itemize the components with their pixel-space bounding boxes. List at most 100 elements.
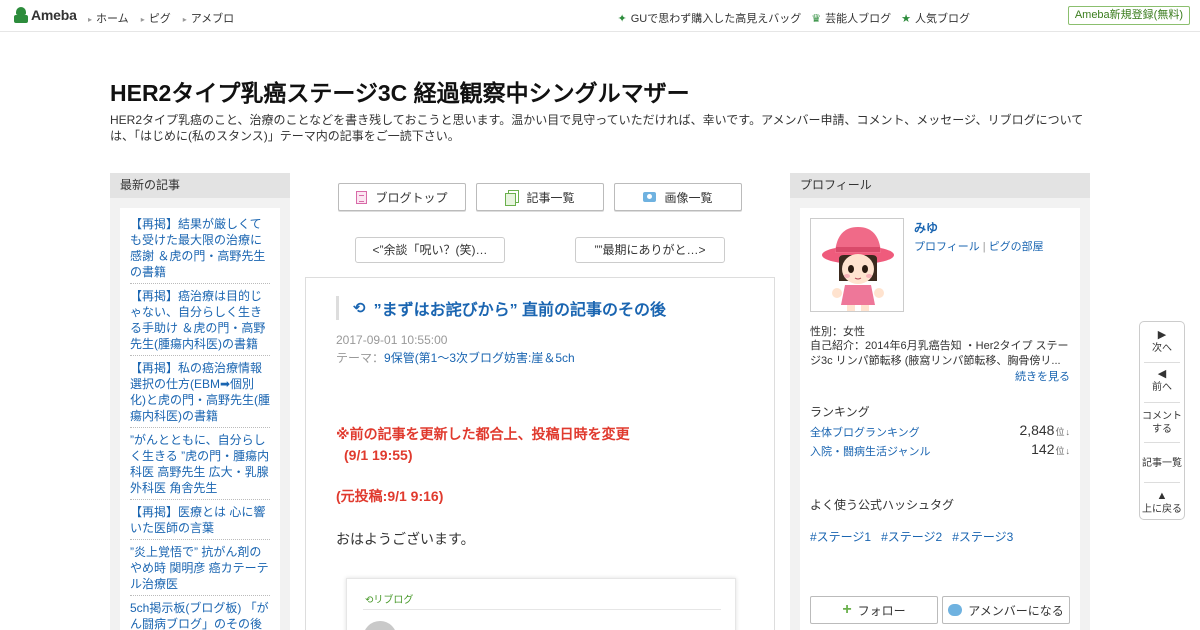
notice-line: (9/1 19:55) xyxy=(344,447,413,463)
profile-heading: プロフィール xyxy=(790,173,1090,198)
recent-article-link[interactable]: 【再掲】医療とは 心に響いた医師の言葉 xyxy=(130,500,270,540)
blog-top-icon xyxy=(356,190,368,204)
blog-description: HER2タイプ乳癌のこと、治療のことなどを書き残しておこうと思います。温かい目で… xyxy=(110,113,1084,143)
ranking-unit: 位 xyxy=(1055,446,1065,456)
hashtag-list: #ステージ1 #ステージ2 #ステージ3 xyxy=(810,528,1013,545)
divider xyxy=(1144,482,1180,483)
float-next-button[interactable]: ▶ 次へ xyxy=(1140,329,1184,355)
plus-icon: + xyxy=(842,601,852,618)
blog-top-button[interactable]: ブログトップ xyxy=(338,183,466,211)
profile-link[interactable]: プロフィール xyxy=(914,241,980,253)
top-nav: ホーム ピグ アメブロ xyxy=(88,10,234,26)
profile-box: みゆ プロフィール | ピグの部屋 性別：女性 自己紹介：2014年6月乳癌告知 ・… xyxy=(800,208,1080,630)
ameba-logo-icon xyxy=(14,7,28,23)
sparkle-icon: ✦ xyxy=(617,12,627,25)
ranking-number: 142 xyxy=(1031,441,1055,457)
blog-title[interactable]: HER2タイプ乳癌ステージ3C 経過観察中シングルマザー xyxy=(110,74,690,108)
profile-gender: 性別：女性 xyxy=(810,326,865,338)
amember-label: アメンバーになる xyxy=(968,603,1064,618)
image-list-label: 画像一覧 xyxy=(664,190,713,205)
follow-button[interactable]: + フォロー xyxy=(810,596,938,624)
celebrity-blog-label: 芸能人ブログ xyxy=(825,13,892,25)
article-title[interactable]: ”まずはお詫びから” 直前の記事のその後 xyxy=(374,296,666,320)
recent-articles-list: 【再掲】結果が厳しくても受けた最大限の治療に感謝 ＆虎の門・高野先生の書籍 【再… xyxy=(120,208,280,630)
ranking-label[interactable]: 入院・闘病生活ジャンル xyxy=(810,446,930,458)
nav-pigg[interactable]: ピグ xyxy=(141,10,171,26)
amember-button[interactable]: アメンバーになる xyxy=(942,596,1070,624)
hashtag-heading: よく使う公式ハッシュタグ xyxy=(810,498,955,512)
ranking-row-genre: 入院・闘病生活ジャンル 142位↓ xyxy=(810,441,1070,459)
popular-blog-link[interactable]: ★ 人気ブログ xyxy=(901,10,970,26)
divider xyxy=(1144,442,1180,443)
register-button[interactable]: Ameba新規登録(無料) xyxy=(1067,6,1190,25)
float-comment-button[interactable]: コメント する xyxy=(1140,410,1184,436)
promo-link[interactable]: ✦ GUで思わず購入した高見えバッグ xyxy=(618,10,802,26)
article-date: 2017-09-01 10:55:00 xyxy=(336,333,448,347)
recent-article-link[interactable]: 【再掲】私の癌治療情報選択の仕方(EBM➡個別化)と虎の門・高野先生(腫瘍内科医… xyxy=(130,356,270,428)
recent-articles-heading: 最新の記事 xyxy=(110,173,290,198)
follow-label: フォロー xyxy=(857,603,906,618)
link-separator: | xyxy=(982,241,986,253)
blog-nav-buttons: ブログトップ 記事一覧 画像一覧 xyxy=(338,183,742,211)
ameba-logo[interactable]: Ameba xyxy=(14,7,77,23)
recent-article-link[interactable]: ”炎上覚悟で” 抗がん剤のやめ時 関明彦 癌カテーテル治療医 xyxy=(130,540,270,596)
nav-home[interactable]: ホーム xyxy=(88,10,129,26)
recent-articles-panel: 最新の記事 【再掲】結果が厳しくても受けた最大限の治療に感謝 ＆虎の門・高野先生… xyxy=(110,173,290,630)
theme-prefix: テーマ： xyxy=(336,351,385,365)
recent-article-link[interactable]: 【再掲】結果が厳しくても受けた最大限の治療に感謝 ＆虎の門・高野先生の書籍 xyxy=(130,212,270,284)
profile-intro: 自己紹介：2014年6月乳癌告知 ・Her2タイプ ステージ3c リンパ節転移 … xyxy=(810,340,1069,367)
float-prev-button[interactable]: ◀ 前へ xyxy=(1140,368,1184,394)
hashtag-link[interactable]: #ステージ3 xyxy=(952,528,1013,545)
reblog-thumbnail xyxy=(363,621,397,630)
recent-article-link[interactable]: ”がんとともに、自分らしく生きる ”虎の門・腫瘍内科医 高野先生 広大・乳腺外科… xyxy=(130,428,270,500)
celebrity-blog-link[interactable]: ♛ 芸能人ブログ xyxy=(811,10,891,26)
article-list-icon xyxy=(505,190,520,206)
ranking-value: 142位↓ xyxy=(1031,441,1070,457)
reblog-icon: ⟲ xyxy=(353,300,366,317)
reblog-card[interactable]: ⟲リブログ xyxy=(346,578,736,630)
ranking-down-icon: ↓ xyxy=(1065,427,1071,437)
article-title-bar: ⟲ ”まずはお詫びから” 直前の記事のその後 xyxy=(336,296,736,320)
float-top-label: 上に戻る xyxy=(1142,504,1182,515)
member-icon xyxy=(948,604,963,616)
image-list-button[interactable]: 画像一覧 xyxy=(614,183,742,211)
theme-link[interactable]: 9保管(第1～3次ブログ妨害:崖＆5ch xyxy=(384,351,575,365)
float-top-button[interactable]: ▲ 上に戻る xyxy=(1140,490,1184,516)
notice-line: ※前の記事を更新した都合上、投稿日時を変更 xyxy=(336,426,630,442)
logo-text: Ameba xyxy=(31,7,77,23)
read-more-link[interactable]: 続きを見る xyxy=(1015,368,1070,384)
avatar[interactable] xyxy=(810,218,904,312)
article-greeting: おはようございます。 xyxy=(336,531,475,547)
article-list-button[interactable]: 記事一覧 xyxy=(476,183,604,211)
float-comment-label: コメント xyxy=(1142,411,1182,422)
blog-top-label: ブログトップ xyxy=(375,190,448,205)
profile-links: プロフィール | ピグの部屋 xyxy=(914,238,1044,254)
divider xyxy=(363,609,721,610)
float-list-button[interactable]: 記事一覧 xyxy=(1140,457,1184,470)
profile-panel: プロフィール みゆ プロフィール | ピグの部屋 性別：女性 自己紹介：2014… xyxy=(790,173,1090,630)
triangle-up-icon: ▲ xyxy=(1156,490,1168,502)
popular-blog-label: 人気ブログ xyxy=(915,13,970,25)
recent-article-link[interactable]: 【再掲】癌治療は目的じゃない、自分らしく生きる手助け ＆虎の門・高野先生(腫瘍内… xyxy=(130,284,270,356)
ranking-label[interactable]: 全体ブログランキング xyxy=(810,427,920,439)
profile-name[interactable]: みゆ xyxy=(914,219,938,236)
play-left-icon: ◀ xyxy=(1157,368,1167,380)
ranking-value: 2,848位↓ xyxy=(1019,422,1070,438)
prev-article-button[interactable]: <”余談「呪い？(笑)… xyxy=(355,237,505,263)
floating-nav: ▶ 次へ ◀ 前へ コメント する 記事一覧 ▲ 上に戻る xyxy=(1139,321,1185,520)
hashtag-link[interactable]: #ステージ1 xyxy=(810,528,871,545)
top-bar: Ameba ホーム ピグ アメブロ ✦ GUで思わず購入した高見えバッグ ♛ 芸… xyxy=(0,0,1200,32)
avatar-illustration xyxy=(811,219,903,311)
pigg-room-link[interactable]: ピグの部屋 xyxy=(989,241,1044,253)
divider xyxy=(1144,402,1180,403)
next-article-button[interactable]: ””最期にありがと…> xyxy=(575,237,725,263)
nav-ameblo[interactable]: アメブロ xyxy=(183,10,234,26)
article: ⟲ ”まずはお詫びから” 直前の記事のその後 2017-09-01 10:55:… xyxy=(305,277,775,630)
hashtag-link[interactable]: #ステージ2 xyxy=(881,528,942,545)
star-icon: ★ xyxy=(901,12,911,25)
original-post-note: (元投稿:9/1 9:16) xyxy=(336,488,444,504)
article-notice: ※前の記事を更新した都合上、投稿日時を変更 (9/1 19:55) xyxy=(336,424,630,466)
ranking-number: 2,848 xyxy=(1019,422,1055,438)
article-list-label: 記事一覧 xyxy=(526,190,575,205)
recent-article-link[interactable]: 5ch掲示板(ブログ板) 「がん闘病ブログ」のその後 xyxy=(130,596,270,630)
